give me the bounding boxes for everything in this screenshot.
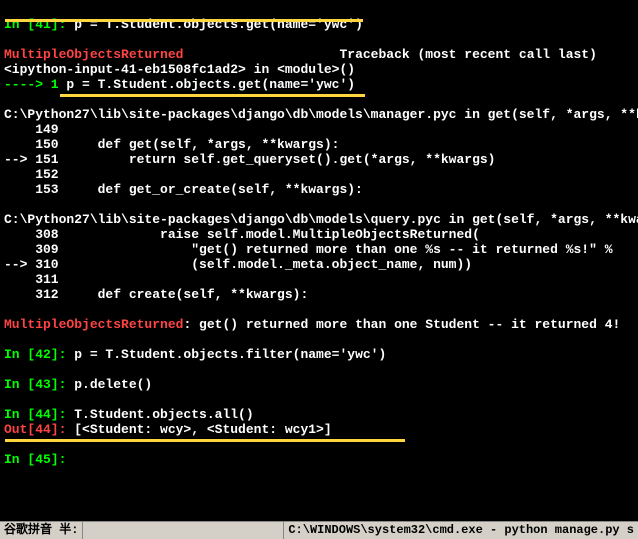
query-path: C:\Python27\lib\site-packages\django\db\… bbox=[4, 212, 638, 227]
code-line-153: 153 def get_or_create(self, **kwargs): bbox=[4, 182, 363, 197]
code-line-309: 309 "get() returned more than one %s -- … bbox=[4, 242, 613, 257]
module-name: <module> bbox=[277, 62, 339, 77]
code-line-310: --> 310 (self.model._meta.object_name, n… bbox=[4, 257, 472, 272]
code-line-150: 150 def get(self, *args, **kwargs): bbox=[4, 137, 339, 152]
final-exception-name: MultipleObjectsReturned bbox=[4, 317, 183, 332]
exception-name: MultipleObjectsReturned bbox=[4, 47, 183, 62]
out-value-44: [<Student: wcy>, <Student: wcy1>] bbox=[74, 422, 331, 437]
call-parens: () bbox=[339, 62, 355, 77]
in-prompt-45: In [45]: bbox=[4, 452, 66, 467]
in-prompt-42: In [42]: bbox=[4, 347, 74, 362]
in-code-42: p = T.Student.objects.filter(name='ywc') bbox=[74, 347, 386, 362]
in-prompt-43: In [43]: bbox=[4, 377, 74, 392]
code-line-152: 152 bbox=[4, 167, 59, 182]
highlight-underline-2 bbox=[60, 94, 365, 97]
highlight-underline-1 bbox=[5, 19, 363, 22]
code-line-151: --> 151 return self.get_queryset().get(*… bbox=[4, 152, 495, 167]
status-bar: 谷歌拼音 半: C:\WINDOWS\system32\cmd.exe - py… bbox=[0, 521, 638, 539]
in-code-43: p.delete() bbox=[74, 377, 152, 392]
terminal-output[interactable]: In [41]: p = T.Student.objects.get(name=… bbox=[0, 0, 638, 514]
code-line-311: 311 bbox=[4, 272, 59, 287]
arrow-1: ----> 1 bbox=[4, 77, 66, 92]
in-word: in bbox=[246, 62, 277, 77]
highlight-underline-3 bbox=[5, 439, 405, 442]
manager-path: C:\Python27\lib\site-packages\django\db\… bbox=[4, 107, 638, 122]
ime-status: 谷歌拼音 半: bbox=[0, 522, 83, 539]
final-exception-msg: : get() returned more than one Student -… bbox=[183, 317, 620, 332]
out-prompt-44: Out[44]: bbox=[4, 422, 74, 437]
in-prompt-44: In [44]: bbox=[4, 407, 74, 422]
code-line-312: 312 def create(self, **kwargs): bbox=[4, 287, 308, 302]
window-title: C:\WINDOWS\system32\cmd.exe - python man… bbox=[283, 522, 638, 539]
code-line-308: 308 raise self.model.MultipleObjectsRetu… bbox=[4, 227, 480, 242]
ipython-input-ref: <ipython-input-41-eb1508fc1ad2> bbox=[4, 62, 246, 77]
code-line-149: 149 bbox=[4, 122, 59, 137]
arrow-1-code: p = T.Student.objects.get(name='ywc') bbox=[66, 77, 355, 92]
in-code-44: T.Student.objects.all() bbox=[74, 407, 253, 422]
traceback-header: Traceback (most recent call last) bbox=[183, 47, 596, 62]
